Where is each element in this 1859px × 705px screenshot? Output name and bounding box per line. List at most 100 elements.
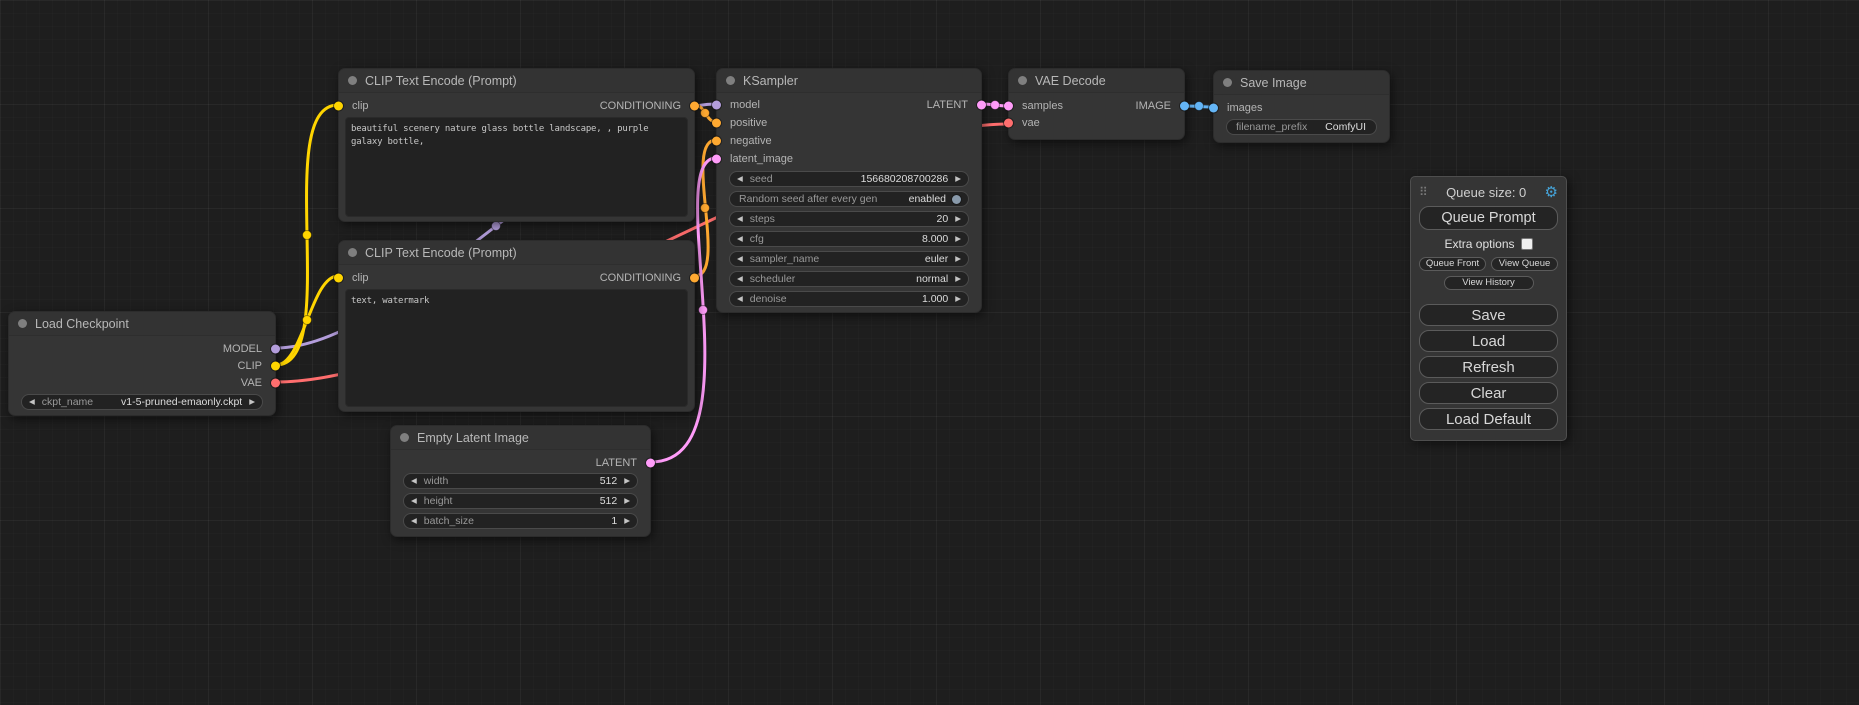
node-ksampler[interactable]: KSampler model LATENT positive negative … xyxy=(716,68,982,313)
node-vae-decode[interactable]: VAE Decode samples IMAGE vae xyxy=(1008,68,1185,140)
sampler-name-widget[interactable]: ◀ sampler_name euler ▶ xyxy=(729,251,969,267)
settings-gear-icon[interactable]: ⚙ xyxy=(1545,183,1558,201)
samples-input-port[interactable] xyxy=(1004,101,1013,110)
collapse-dot-icon[interactable] xyxy=(348,248,357,257)
clip-input-port[interactable] xyxy=(334,274,343,283)
widget-value: 156680208700286 xyxy=(861,173,949,185)
positive-prompt-textarea[interactable]: beautiful scenery nature glass bottle la… xyxy=(345,117,688,217)
prev-value-arrow-icon[interactable]: ◀ xyxy=(737,255,743,263)
model-input-port[interactable] xyxy=(712,101,721,110)
vae-output-port[interactable] xyxy=(271,378,280,387)
port-label: IMAGE xyxy=(1136,100,1171,112)
refresh-button[interactable]: Refresh xyxy=(1419,356,1558,378)
prev-value-arrow-icon[interactable]: ◀ xyxy=(411,517,417,525)
prev-value-arrow-icon[interactable]: ◀ xyxy=(29,398,35,406)
port-label: images xyxy=(1227,102,1262,114)
node-title-bar[interactable]: Save Image xyxy=(1214,71,1389,95)
node-title-bar[interactable]: Load Checkpoint xyxy=(9,312,275,336)
prev-value-arrow-icon[interactable]: ◀ xyxy=(737,215,743,223)
vae-input-port[interactable] xyxy=(1004,118,1013,127)
node-title: VAE Decode xyxy=(1035,74,1106,88)
clip-output-port[interactable] xyxy=(271,361,280,370)
node-load-checkpoint[interactable]: Load Checkpoint MODEL CLIP VAE ◀ ckpt_na… xyxy=(8,311,276,416)
prev-value-arrow-icon[interactable]: ◀ xyxy=(737,295,743,303)
port-label: VAE xyxy=(241,377,262,389)
next-value-arrow-icon[interactable]: ▶ xyxy=(955,275,961,283)
drag-handle-icon[interactable]: ⠿ xyxy=(1419,185,1428,199)
clip-input-port[interactable] xyxy=(334,102,343,111)
node-empty-latent-image[interactable]: Empty Latent Image LATENT ◀ width 512 ▶ … xyxy=(390,425,651,537)
node-clip-text-encode-negative[interactable]: CLIP Text Encode (Prompt) clip CONDITION… xyxy=(338,240,695,412)
collapse-dot-icon[interactable] xyxy=(726,76,735,85)
conditioning-output-port[interactable] xyxy=(690,274,699,283)
clear-button[interactable]: Clear xyxy=(1419,382,1558,404)
next-value-arrow-icon[interactable]: ▶ xyxy=(955,235,961,243)
collapse-dot-icon[interactable] xyxy=(18,319,27,328)
seed-widget[interactable]: ◀ seed 156680208700286 ▶ xyxy=(729,171,969,187)
batch-size-widget[interactable]: ◀ batch_size 1 ▶ xyxy=(403,513,638,529)
cfg-widget[interactable]: ◀ cfg 8.000 ▶ xyxy=(729,231,969,247)
negative-prompt-textarea[interactable]: text, watermark xyxy=(345,289,688,407)
prev-value-arrow-icon[interactable]: ◀ xyxy=(411,497,417,505)
view-queue-button[interactable]: View Queue xyxy=(1491,257,1558,271)
ckpt-name-widget[interactable]: ◀ ckpt_name v1-5-pruned-emaonly.ckpt ▶ xyxy=(21,394,263,410)
next-value-arrow-icon[interactable]: ▶ xyxy=(955,175,961,183)
conditioning-output-port[interactable] xyxy=(690,102,699,111)
positive-input-port[interactable] xyxy=(712,119,721,128)
next-value-arrow-icon[interactable]: ▶ xyxy=(955,295,961,303)
prev-value-arrow-icon[interactable]: ◀ xyxy=(737,235,743,243)
node-title-bar[interactable]: CLIP Text Encode (Prompt) xyxy=(339,241,694,265)
width-widget[interactable]: ◀ width 512 ▶ xyxy=(403,473,638,489)
images-input-port[interactable] xyxy=(1209,104,1218,113)
workflow-buttons: Save Load Refresh Clear Load Default xyxy=(1419,304,1558,430)
denoise-widget[interactable]: ◀ denoise 1.000 ▶ xyxy=(729,291,969,307)
queue-front-button[interactable]: Queue Front xyxy=(1419,257,1486,271)
prev-value-arrow-icon[interactable]: ◀ xyxy=(411,477,417,485)
port-label: MODEL xyxy=(223,343,262,355)
input-row-negative: negative xyxy=(717,132,981,150)
height-widget[interactable]: ◀ height 512 ▶ xyxy=(403,493,638,509)
next-value-arrow-icon[interactable]: ▶ xyxy=(249,398,255,406)
toggle-on-dot-icon[interactable] xyxy=(952,195,961,204)
prev-value-arrow-icon[interactable]: ◀ xyxy=(737,175,743,183)
load-default-button[interactable]: Load Default xyxy=(1419,408,1558,430)
collapse-dot-icon[interactable] xyxy=(1223,78,1232,87)
node-clip-text-encode-positive[interactable]: CLIP Text Encode (Prompt) clip CONDITION… xyxy=(338,68,695,222)
widget-value: euler xyxy=(925,253,948,265)
latent-output-port[interactable] xyxy=(977,101,986,110)
node-title-bar[interactable]: VAE Decode xyxy=(1009,69,1184,93)
port-label: clip xyxy=(352,272,369,284)
collapse-dot-icon[interactable] xyxy=(348,76,357,85)
node-title: KSampler xyxy=(743,74,798,88)
model-output-port[interactable] xyxy=(271,344,280,353)
latent-image-input-port[interactable] xyxy=(712,155,721,164)
queue-prompt-button[interactable]: Queue Prompt xyxy=(1419,206,1558,230)
queue-panel: ⠿ Queue size: 0 ⚙ Queue Prompt Extra opt… xyxy=(1410,176,1567,441)
io-row: model LATENT xyxy=(717,96,981,114)
prev-value-arrow-icon[interactable]: ◀ xyxy=(737,275,743,283)
next-value-arrow-icon[interactable]: ▶ xyxy=(624,497,630,505)
scheduler-widget[interactable]: ◀ scheduler normal ▶ xyxy=(729,271,969,287)
next-value-arrow-icon[interactable]: ▶ xyxy=(955,215,961,223)
image-output-port[interactable] xyxy=(1180,101,1189,110)
next-value-arrow-icon[interactable]: ▶ xyxy=(624,477,630,485)
extra-options-checkbox[interactable] xyxy=(1521,238,1533,250)
steps-widget[interactable]: ◀ steps 20 ▶ xyxy=(729,211,969,227)
node-graph-canvas[interactable]: Load Checkpoint MODEL CLIP VAE ◀ ckpt_na… xyxy=(0,0,1859,705)
collapse-dot-icon[interactable] xyxy=(400,433,409,442)
view-history-button[interactable]: View History xyxy=(1444,276,1534,290)
next-value-arrow-icon[interactable]: ▶ xyxy=(624,517,630,525)
collapse-dot-icon[interactable] xyxy=(1018,76,1027,85)
filename-prefix-widget[interactable]: filename_prefix ComfyUI xyxy=(1226,119,1377,135)
input-row-latent-image: latent_image xyxy=(717,150,981,168)
random-seed-toggle[interactable]: Random seed after every gen enabled xyxy=(729,191,969,207)
node-save-image[interactable]: Save Image images filename_prefix ComfyU… xyxy=(1213,70,1390,143)
save-button[interactable]: Save xyxy=(1419,304,1558,326)
node-title-bar[interactable]: CLIP Text Encode (Prompt) xyxy=(339,69,694,93)
load-button[interactable]: Load xyxy=(1419,330,1558,352)
latent-output-port[interactable] xyxy=(646,459,655,468)
next-value-arrow-icon[interactable]: ▶ xyxy=(955,255,961,263)
node-title-bar[interactable]: Empty Latent Image xyxy=(391,426,650,450)
node-title-bar[interactable]: KSampler xyxy=(717,69,981,93)
negative-input-port[interactable] xyxy=(712,137,721,146)
